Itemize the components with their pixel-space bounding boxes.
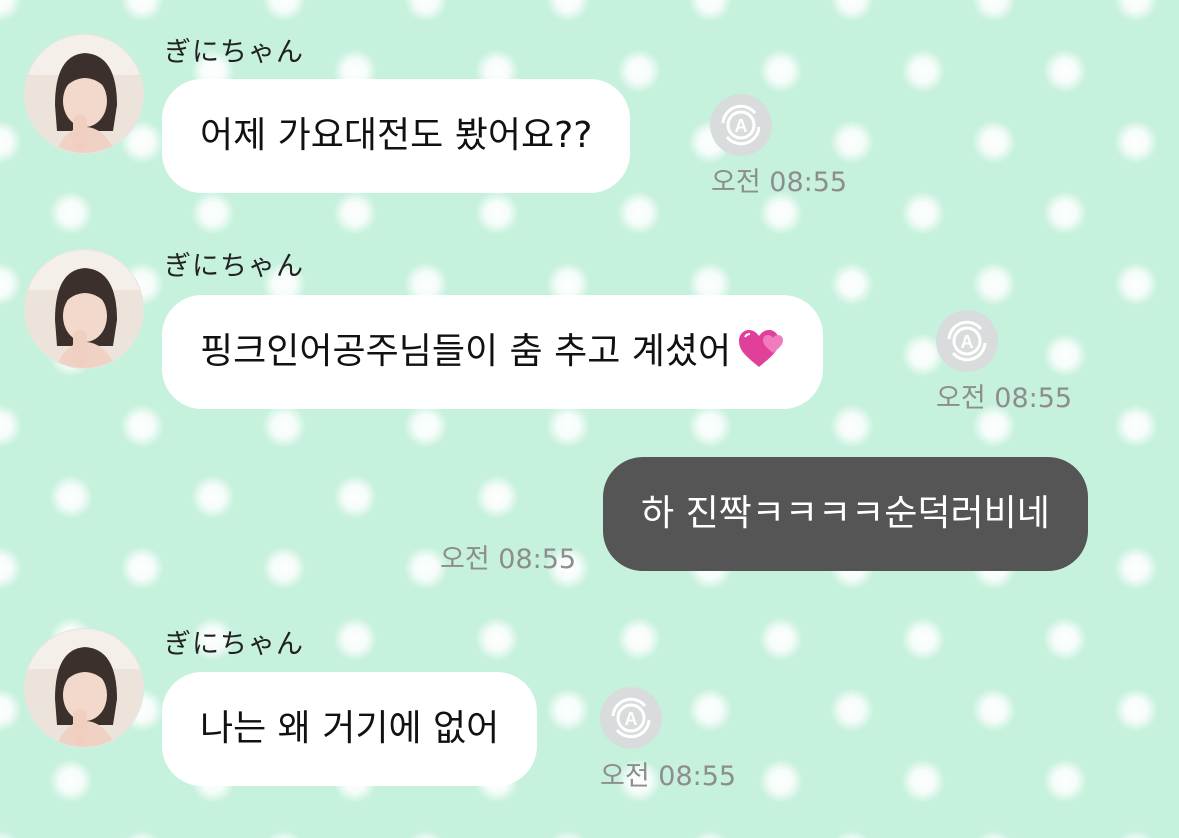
message-bubble[interactable]: 핑크인어공주님들이 춤 추고 계셨어💞 [162,295,824,409]
svg-text:A: A [735,116,748,136]
timestamp: 오전 08:55 [600,761,737,792]
timestamp: 오전 08:55 [711,167,848,198]
svg-text:A: A [961,332,974,352]
two-hearts-icon [739,330,784,367]
message-text: 하 진짝ㅋㅋㅋㅋ순덕러비네 [641,493,1050,534]
avatar[interactable] [24,249,144,369]
sender-name: ぎにちゃん [164,629,304,660]
auto-translate-icon[interactable]: A [709,93,773,157]
auto-translate-icon[interactable]: A [935,309,999,373]
message-bubble-outgoing[interactable]: 하 진짝ㅋㅋㅋㅋ순덕러비네 [603,457,1088,571]
auto-translate-icon[interactable]: A [599,686,663,750]
avatar[interactable] [24,628,144,748]
sender-name: ぎにちゃん [164,37,304,68]
message-bubble[interactable]: 어제 가요대전도 봤어요?? [162,79,631,193]
avatar[interactable] [24,34,144,154]
timestamp: 오전 08:55 [440,544,577,575]
message-text: 핑크인어공주님들이 춤 추고 계셨어 [200,331,732,372]
message-text: 나는 왜 거기에 없어 [200,708,500,749]
sender-name: ぎにちゃん [164,251,304,282]
svg-text:A: A [625,709,638,729]
message-bubble[interactable]: 나는 왜 거기에 없어 [162,672,538,786]
message-text: 어제 가요대전도 봤어요?? [200,115,593,156]
timestamp: 오전 08:55 [936,383,1073,414]
